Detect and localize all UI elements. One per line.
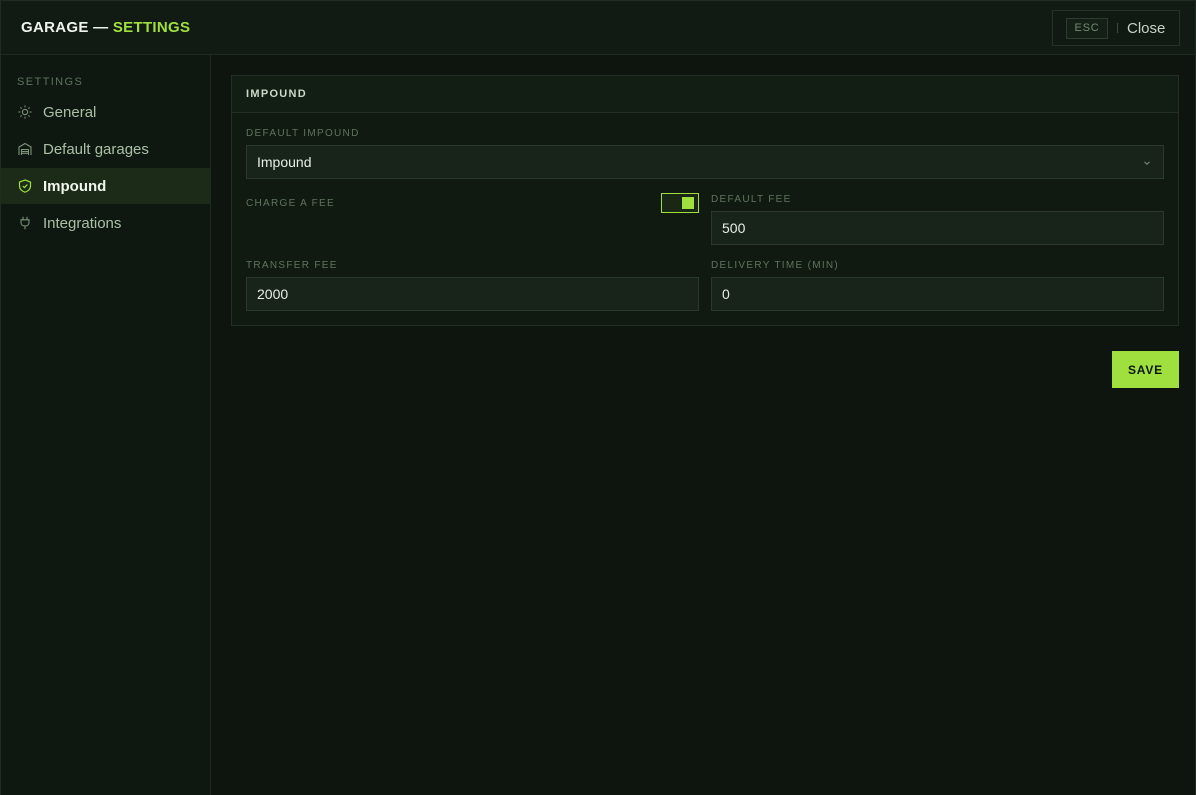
default-fee-input[interactable]: 500 (711, 211, 1164, 245)
charge-fee-label: CHARGE A FEE (246, 198, 335, 209)
default-fee-label: DEFAULT FEE (711, 194, 792, 205)
transfer-fee-label: TRANSFER FEE (246, 260, 338, 271)
header: GARAGE — SETTINGS ESC Close (1, 1, 1195, 55)
esc-key-badge: ESC (1066, 17, 1108, 39)
sun-icon (18, 105, 32, 119)
delivery-time-value: 0 (722, 286, 730, 302)
settings-window: GARAGE — SETTINGS ESC Close SETTINGS Gen… (0, 0, 1196, 795)
impound-panel: IMPOUND DEFAULT IMPOUND Impound CHARGE A… (231, 75, 1179, 326)
toggle-knob (682, 197, 694, 209)
save-button[interactable]: SAVE (1112, 351, 1179, 388)
main-content: IMPOUND DEFAULT IMPOUND Impound CHARGE A… (211, 55, 1195, 795)
delivery-time-label: DELIVERY TIME (MIN) (711, 260, 840, 271)
sidebar-item-default-garages[interactable]: Default garages (1, 131, 210, 167)
title-prefix: GARAGE — (21, 19, 109, 36)
sidebar-item-general[interactable]: General (1, 94, 210, 130)
delivery-time-input[interactable]: 0 (711, 277, 1164, 311)
charge-fee-toggle[interactable] (661, 193, 699, 213)
sidebar-section-label: SETTINGS (17, 76, 84, 88)
close-divider (1117, 23, 1118, 33)
sidebar-item-label: Impound (43, 177, 107, 195)
page-title: GARAGE — SETTINGS (21, 19, 190, 36)
sidebar-item-impound[interactable]: Impound (1, 168, 210, 204)
default-fee-value: 500 (722, 220, 746, 236)
sidebar-item-label: Integrations (43, 214, 122, 232)
default-impound-value: Impound (257, 154, 312, 170)
default-impound-select[interactable]: Impound (246, 145, 1164, 179)
sidebar-item-integrations[interactable]: Integrations (1, 205, 210, 241)
title-accent: SETTINGS (112, 19, 191, 36)
panel-title: IMPOUND (232, 76, 1178, 113)
plug-icon (18, 216, 32, 230)
sidebar-item-label: General (43, 103, 97, 121)
chevron-down-icon (1141, 156, 1153, 168)
transfer-fee-input[interactable]: 2000 (246, 277, 699, 311)
transfer-fee-value: 2000 (257, 286, 289, 302)
sidebar-item-label: Default garages (43, 140, 149, 158)
close-button[interactable]: ESC Close (1052, 10, 1180, 46)
garage-icon (18, 142, 32, 156)
sidebar: SETTINGS General Default garages Impound… (1, 55, 211, 795)
close-label: Close (1127, 19, 1166, 37)
default-impound-label: DEFAULT IMPOUND (246, 128, 360, 139)
shield-icon (18, 179, 32, 193)
